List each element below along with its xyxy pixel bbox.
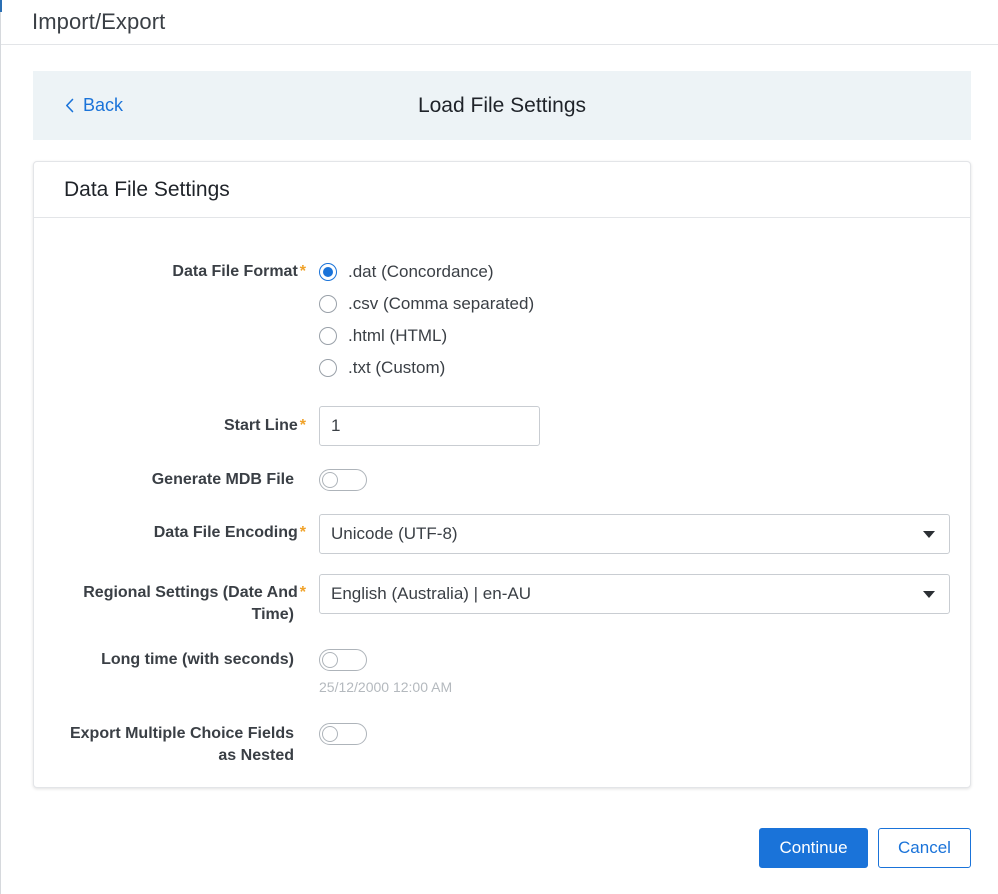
required-asterisk: * [299,524,306,541]
long-time-control: 25/12/2000 12:00 AM [319,649,452,695]
radio-option-html[interactable]: .html (HTML) [319,325,534,347]
radio-option-csv[interactable]: .csv (Comma separated) [319,293,534,315]
back-label: Back [83,95,124,115]
window-edge-accent [0,0,2,12]
data-file-settings-card: Data File Settings Data File Format * .da… [33,161,971,788]
caret-down-icon [923,590,935,598]
radio-button[interactable] [319,295,337,313]
generate-mdb-label: Generate MDB File [151,471,294,488]
encoding-select[interactable]: Unicode (UTF-8) [319,514,950,554]
chevron-left-icon [65,98,74,113]
export-nested-control [319,723,367,745]
card-header: Data File Settings [34,162,970,218]
window-header: Import/Export [1,0,998,45]
required-asterisk: * [299,417,306,434]
required-asterisk: * [299,584,306,601]
regional-select[interactable]: English (Australia) | en-AU [319,574,950,614]
regional-label-line1: Regional Settings (Date And * [83,582,306,604]
generate-mdb-control [319,469,367,491]
continue-button[interactable]: Continue [759,828,868,868]
export-nested-label: Export Multiple Choice Fields as Nested [70,723,294,767]
toggle-knob [322,652,338,668]
start-line-label: Start Line * [224,415,306,437]
required-asterisk: * [299,263,306,280]
card-title: Data File Settings [64,177,230,201]
long-time-toggle[interactable] [319,649,367,671]
regional-label: Regional Settings (Date And * Time) [83,582,306,626]
radio-option-dat[interactable]: .dat (Concordance) [319,261,534,283]
start-line-label-text: Start Line [223,417,298,434]
encoding-select-value: Unicode (UTF-8) [331,524,458,543]
long-time-example-hint: 25/12/2000 12:00 AM [319,679,453,695]
cancel-button[interactable]: Cancel [878,828,971,868]
regional-control: English (Australia) | en-AU [319,574,950,614]
radio-label-csv: .csv (Comma separated) [348,294,535,313]
radio-label-html: .html (HTML) [348,326,448,345]
nav-strip: Back Load File Settings [33,71,971,140]
start-line-control [319,406,540,446]
start-line-input[interactable] [319,406,540,446]
encoding-label-text: Data File Encoding [153,524,298,541]
radio-button[interactable] [319,327,337,345]
encoding-label: Data File Encoding * [154,522,306,544]
toggle-knob [322,726,338,742]
import-export-window: Import/Export Back Load File Settings Da… [0,0,998,894]
data-file-format-radio-group: .dat (Concordance) .csv (Comma separated… [319,261,534,379]
data-file-format-label-text: Data File Format [172,263,298,280]
radio-label-dat: .dat (Concordance) [348,262,494,281]
regional-label-text: Regional Settings (Date And [83,584,298,601]
data-file-format-label: Data File Format * [172,261,306,283]
regional-select-value: English (Australia) | en-AU [331,584,531,603]
generate-mdb-toggle[interactable] [319,469,367,491]
back-link[interactable]: Back [65,95,123,116]
window-title: Import/Export [32,9,166,34]
page-title: Load File Settings [417,93,587,117]
export-nested-label-line1: Export Multiple Choice Fields [69,725,294,742]
radio-button[interactable] [319,359,337,377]
caret-down-icon [923,530,935,538]
toggle-knob [322,472,338,488]
encoding-control: Unicode (UTF-8) [319,514,950,554]
radio-label-txt: .txt (Custom) [348,358,446,377]
long-time-label: Long time (with seconds) [101,651,294,668]
regional-label-line2: Time) [251,606,294,623]
export-nested-toggle[interactable] [319,723,367,745]
radio-button-checked[interactable] [319,263,337,281]
radio-option-txt[interactable]: .txt (Custom) [319,357,534,379]
export-nested-label-line2: as Nested [218,747,294,764]
